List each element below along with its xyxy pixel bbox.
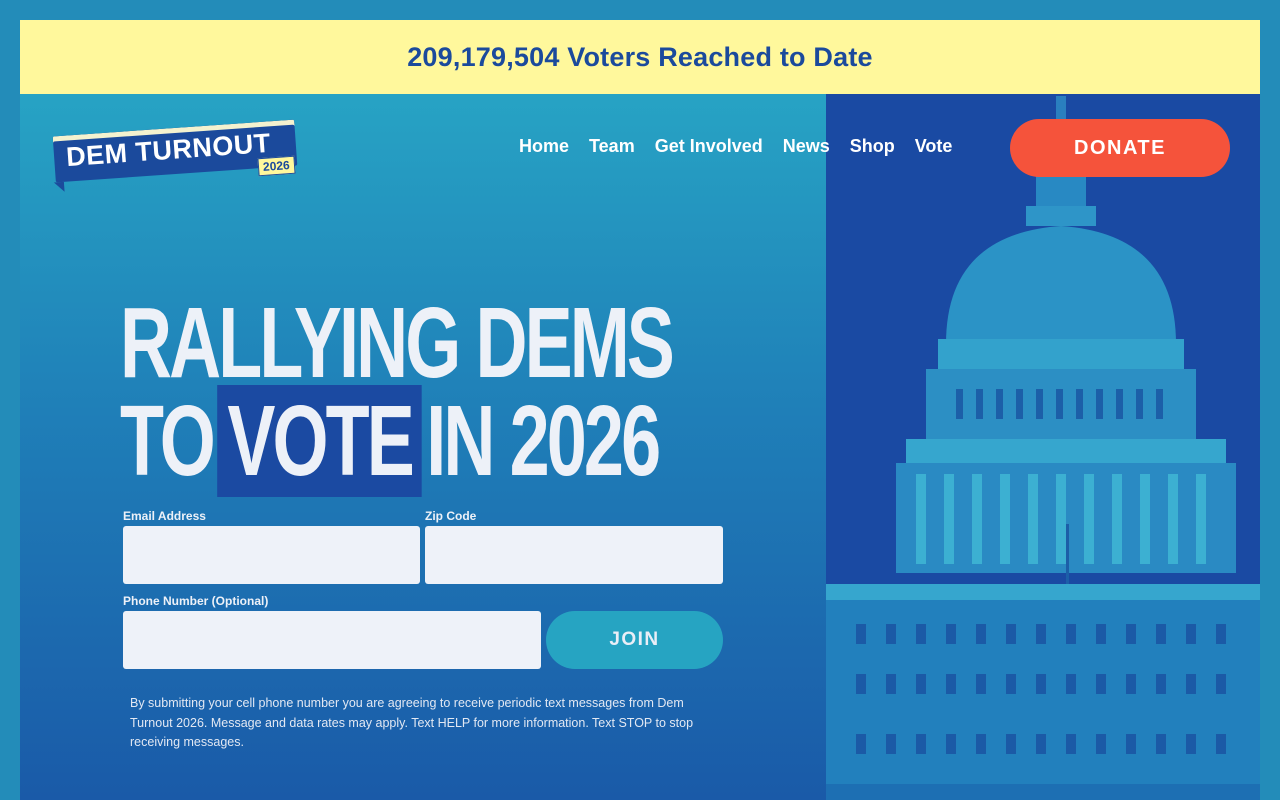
main-nav: Home Team Get Involved News Shop Vote bbox=[519, 136, 972, 157]
voters-reached-text: 209,179,504 Voters Reached to Date bbox=[407, 41, 873, 72]
headline-in-2026: IN 2026 bbox=[426, 385, 661, 497]
capitol-dome-image bbox=[826, 94, 1260, 800]
nav-item-news[interactable]: News bbox=[783, 136, 830, 157]
headline-line-2: TO VOTE IN 2026 bbox=[120, 385, 672, 497]
sms-disclaimer: By submitting your cell phone number you… bbox=[130, 696, 694, 749]
headline-vote-highlight: VOTE bbox=[217, 385, 422, 497]
logo-year-badge: 2026 bbox=[257, 155, 296, 177]
donate-button[interactable]: DONATE bbox=[1010, 119, 1230, 177]
zip-label: Zip Code bbox=[425, 509, 477, 523]
nav-item-shop[interactable]: Shop bbox=[850, 136, 895, 157]
page-frame: 209,179,504 Voters Reached to Date DEM T… bbox=[20, 20, 1260, 800]
dem-turnout-logo[interactable]: DEM TURNOUT 2026 bbox=[50, 119, 300, 186]
headline-to: TO bbox=[120, 385, 216, 497]
email-label: Email Address bbox=[123, 509, 206, 523]
hero-section: DEM TURNOUT 2026 Home Team Get Involved … bbox=[20, 94, 1260, 800]
headline-line-1: RALLYING DEMS bbox=[120, 287, 675, 399]
zip-code-field[interactable] bbox=[425, 526, 723, 584]
hero-headline: RALLYING DEMS TO VOTE IN 2026 bbox=[120, 287, 887, 497]
join-button[interactable]: JOIN bbox=[546, 611, 723, 669]
phone-label: Phone Number (Optional) bbox=[123, 594, 269, 608]
voters-reached-banner: 209,179,504 Voters Reached to Date bbox=[20, 20, 1260, 94]
nav-item-vote[interactable]: Vote bbox=[915, 136, 953, 157]
phone-field[interactable] bbox=[123, 611, 541, 669]
nav-item-get-involved[interactable]: Get Involved bbox=[655, 136, 763, 157]
capitol-illustration bbox=[826, 96, 1260, 800]
nav-item-team[interactable]: Team bbox=[589, 136, 635, 157]
nav-item-home[interactable]: Home bbox=[519, 136, 569, 157]
email-field[interactable] bbox=[123, 526, 420, 584]
